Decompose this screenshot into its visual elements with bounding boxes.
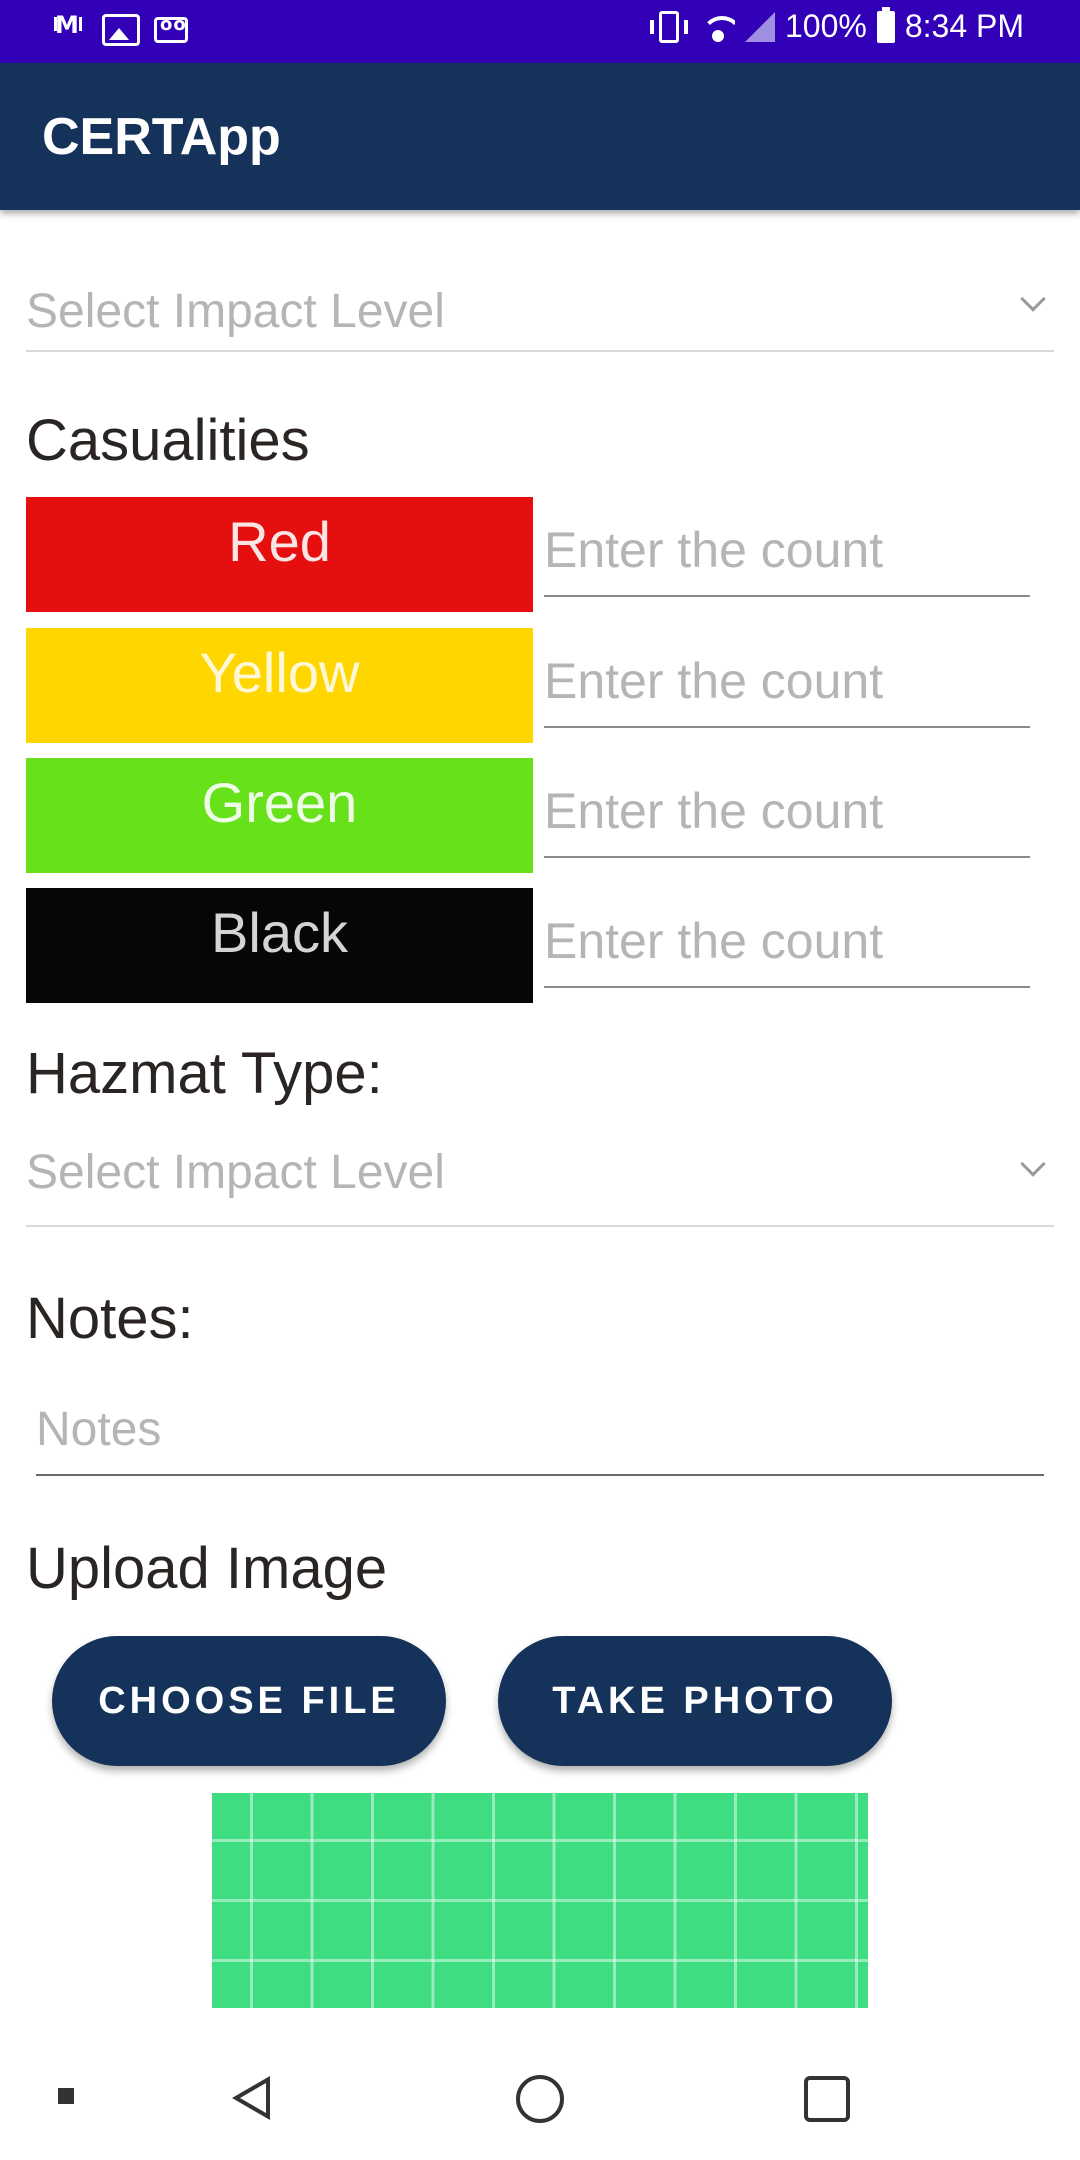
hazmat-placeholder: Select Impact Level [26, 1146, 445, 1199]
casualty-tag-yellow: Yellow [26, 628, 533, 743]
home-icon[interactable] [516, 2075, 564, 2123]
notes-placeholder: Notes [36, 1403, 162, 1456]
hazmat-label: Hazmat Type: [26, 1041, 383, 1106]
count-input-green[interactable]: Enter the count [544, 758, 1030, 858]
app-title: CERTApp [42, 108, 281, 166]
nav-indicator-icon [58, 2088, 74, 2104]
navigation-bar [0, 2040, 1080, 2160]
chevron-down-icon [1020, 286, 1046, 312]
casualty-tag-black: Black [26, 888, 533, 1003]
app-bar: CERTApp [0, 63, 1080, 210]
upload-image-label: Upload Image [26, 1536, 388, 1601]
hazmat-dropdown[interactable]: Select Impact Level [26, 1137, 1054, 1227]
wifi-icon [700, 12, 735, 42]
chevron-down-icon [1020, 1151, 1046, 1177]
casualties-label: Casualities [26, 408, 310, 473]
count-placeholder: Enter the count [544, 522, 884, 578]
back-icon[interactable] [232, 2076, 270, 2120]
voicemail-icon [154, 14, 188, 43]
battery-percent: 100% [784, 8, 867, 44]
notes-input[interactable]: Notes [36, 1390, 1044, 1476]
impact-level-placeholder: Select Impact Level [26, 285, 445, 338]
count-placeholder: Enter the count [544, 653, 884, 709]
image-icon [102, 14, 140, 46]
recents-icon[interactable] [804, 2076, 850, 2122]
casualty-tag-red: Red [26, 497, 533, 612]
signal-icon [744, 11, 775, 42]
casualty-tag-green: Green [26, 758, 533, 873]
choose-file-button[interactable]: CHOOSE FILE [52, 1636, 446, 1766]
take-photo-button[interactable]: TAKE PHOTO [498, 1636, 892, 1766]
image-preview [212, 1793, 868, 2008]
notes-label: Notes: [26, 1286, 194, 1351]
gmail-icon [50, 11, 88, 46]
count-input-red[interactable]: Enter the count [544, 497, 1030, 597]
system-icons: 100% 8:34 PM [647, 6, 1024, 45]
count-placeholder: Enter the count [544, 913, 884, 969]
battery-icon [876, 6, 895, 43]
notification-icons [50, 11, 188, 46]
vibrate-icon [649, 10, 688, 43]
count-input-black[interactable]: Enter the count [544, 888, 1030, 988]
clock: 8:34 PM [904, 8, 1024, 44]
count-input-yellow[interactable]: Enter the count [544, 628, 1030, 728]
impact-level-dropdown[interactable]: Select Impact Level [26, 262, 1054, 352]
status-bar: 100% 8:34 PM [0, 0, 1080, 63]
count-placeholder: Enter the count [544, 783, 884, 839]
